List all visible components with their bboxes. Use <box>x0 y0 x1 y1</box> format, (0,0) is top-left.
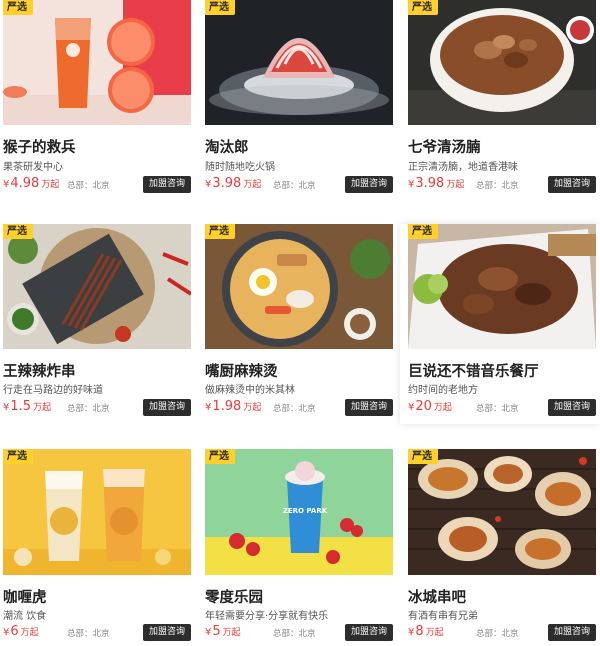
price-row: ¥6 万起 总部：北京 加盟咨询 <box>3 624 191 642</box>
franchise-card[interactable]: 严选 王辣辣炸串 行走在马路边的好味道 ¥1.5 万起 总部：北京 加盟咨询 <box>3 224 191 416</box>
featured-badge: 严选 <box>408 224 438 239</box>
investment-price: ¥3.98 万起 <box>408 176 465 191</box>
brand-name[interactable]: 嘴厨麻辣烫 <box>205 360 278 381</box>
product-image[interactable]: 严选 <box>3 224 191 349</box>
franchise-card[interactable]: ZERO PARK 严选 零度乐园 年轻需要分享·分享就有快乐 ¥5 万起 总部：… <box>205 449 393 641</box>
franchise-inquiry-button[interactable]: 加盟咨询 <box>142 624 191 641</box>
featured-badge: 严选 <box>205 0 235 15</box>
brand-name[interactable]: 王辣辣炸串 <box>3 360 76 381</box>
featured-badge: 严选 <box>3 449 33 464</box>
brand-slogan: 有酒有串有兄弟 <box>408 611 478 622</box>
price-row: ¥3.98 万起 总部：北京 加盟咨询 <box>205 176 393 194</box>
investment-price: ¥6 万起 <box>3 624 39 639</box>
product-image[interactable]: 严选 <box>408 449 596 575</box>
product-image[interactable]: 严选 <box>3 0 191 125</box>
product-image[interactable]: ZERO PARK 严选 <box>205 449 393 575</box>
price-row: ¥3.98 万起 总部：北京 加盟咨询 <box>408 176 596 194</box>
brand-slogan: 约时间的老地方 <box>408 385 478 396</box>
franchise-card[interactable]: 严选 冰城串吧 有酒有串有兄弟 ¥8 万起 总部：北京 加盟咨询 <box>408 449 596 641</box>
brand-name[interactable]: 猴子的救兵 <box>3 136 76 157</box>
investment-price: ¥1.98 万起 <box>205 399 262 414</box>
product-image[interactable]: 严选 <box>205 224 393 349</box>
franchise-card[interactable]: 严选 猴子的救兵 果茶研发中心 ¥4.98 万起 总部：北京 加盟咨询 <box>3 0 191 193</box>
brand-slogan: 行走在马路边的好味道 <box>3 385 103 396</box>
headquarters-label: 总部：北京 <box>476 629 519 639</box>
headquarters-label: 总部：北京 <box>67 404 110 414</box>
headquarters-label: 总部：北京 <box>273 181 316 191</box>
brand-slogan: 做麻辣烫中的米其林 <box>205 385 295 396</box>
headquarters-label: 总部：北京 <box>67 181 110 191</box>
featured-badge: 严选 <box>3 224 33 239</box>
price-row: ¥1.5 万起 总部：北京 加盟咨询 <box>3 399 191 417</box>
brand-name[interactable]: 七爷清汤腩 <box>408 136 481 157</box>
product-image[interactable]: 严选 <box>205 0 393 125</box>
brand-name[interactable]: 巨说还不错音乐餐厅 <box>408 360 539 381</box>
price-row: ¥8 万起 总部：北京 加盟咨询 <box>408 624 596 642</box>
brand-slogan: 潮流 饮食 <box>3 611 47 622</box>
brand-slogan: 年轻需要分享·分享就有快乐 <box>205 611 329 622</box>
brand-name[interactable]: 零度乐园 <box>205 586 263 607</box>
franchise-inquiry-button[interactable]: 加盟咨询 <box>344 176 393 193</box>
investment-price: ¥5 万起 <box>205 624 241 639</box>
franchise-card[interactable]: 严选 巨说还不错音乐餐厅 约时间的老地方 ¥20 万起 总部：北京 加盟咨询 <box>408 224 596 416</box>
cup-logo-text: ZERO PARK <box>283 507 328 515</box>
featured-badge: 严选 <box>3 0 33 15</box>
investment-price: ¥1.5 万起 <box>3 399 52 414</box>
franchise-inquiry-button[interactable]: 加盟咨询 <box>142 176 191 193</box>
franchise-inquiry-button[interactable]: 加盟咨询 <box>547 176 596 193</box>
brand-name[interactable]: 咖喱虎 <box>3 586 47 607</box>
franchise-inquiry-button[interactable]: 加盟咨询 <box>344 624 393 641</box>
investment-price: ¥20 万起 <box>408 399 452 414</box>
investment-price: ¥4.98 万起 <box>3 176 60 191</box>
headquarters-label: 总部：北京 <box>67 629 110 639</box>
headquarters-label: 总部：北京 <box>273 629 316 639</box>
franchise-card[interactable]: 严选 七爷清汤腩 正宗清汤腩，地道香港味 ¥3.98 万起 总部：北京 加盟咨询 <box>408 0 596 193</box>
franchise-card[interactable]: 严选 嘴厨麻辣烫 做麻辣烫中的米其林 ¥1.98 万起 总部：北京 加盟咨询 <box>205 224 393 416</box>
brand-slogan: 正宗清汤腩，地道香港味 <box>408 162 518 173</box>
featured-badge: 严选 <box>408 0 438 15</box>
investment-price: ¥8 万起 <box>408 624 444 639</box>
price-row: ¥5 万起 总部：北京 加盟咨询 <box>205 624 393 642</box>
headquarters-label: 总部：北京 <box>273 404 316 414</box>
brand-slogan: 随时随地吃火锅 <box>205 162 275 173</box>
franchise-inquiry-button[interactable]: 加盟咨询 <box>142 399 191 416</box>
franchise-inquiry-button[interactable]: 加盟咨询 <box>344 399 393 416</box>
price-row: ¥20 万起 总部：北京 加盟咨询 <box>408 399 596 417</box>
featured-badge: 严选 <box>408 449 438 464</box>
franchise-inquiry-button[interactable]: 加盟咨询 <box>547 624 596 641</box>
product-image[interactable]: 严选 <box>3 449 191 575</box>
franchise-card[interactable]: 严选 淘汰郎 随时随地吃火锅 ¥3.98 万起 总部：北京 加盟咨询 <box>205 0 393 193</box>
franchise-inquiry-button[interactable]: 加盟咨询 <box>547 399 596 416</box>
franchise-card[interactable]: 严选 咖喱虎 潮流 饮食 ¥6 万起 总部：北京 加盟咨询 <box>3 449 191 641</box>
price-row: ¥4.98 万起 总部：北京 加盟咨询 <box>3 176 191 194</box>
brand-name[interactable]: 冰城串吧 <box>408 586 466 607</box>
headquarters-label: 总部：北京 <box>476 404 519 414</box>
featured-badge: 严选 <box>205 224 235 239</box>
investment-price: ¥3.98 万起 <box>205 176 262 191</box>
brand-slogan: 果茶研发中心 <box>3 162 63 173</box>
brand-name[interactable]: 淘汰郎 <box>205 136 249 157</box>
price-row: ¥1.98 万起 总部：北京 加盟咨询 <box>205 399 393 417</box>
product-image[interactable]: 严选 <box>408 224 596 349</box>
featured-badge: 严选 <box>205 449 235 464</box>
headquarters-label: 总部：北京 <box>476 181 519 191</box>
product-image[interactable]: 严选 <box>408 0 596 125</box>
